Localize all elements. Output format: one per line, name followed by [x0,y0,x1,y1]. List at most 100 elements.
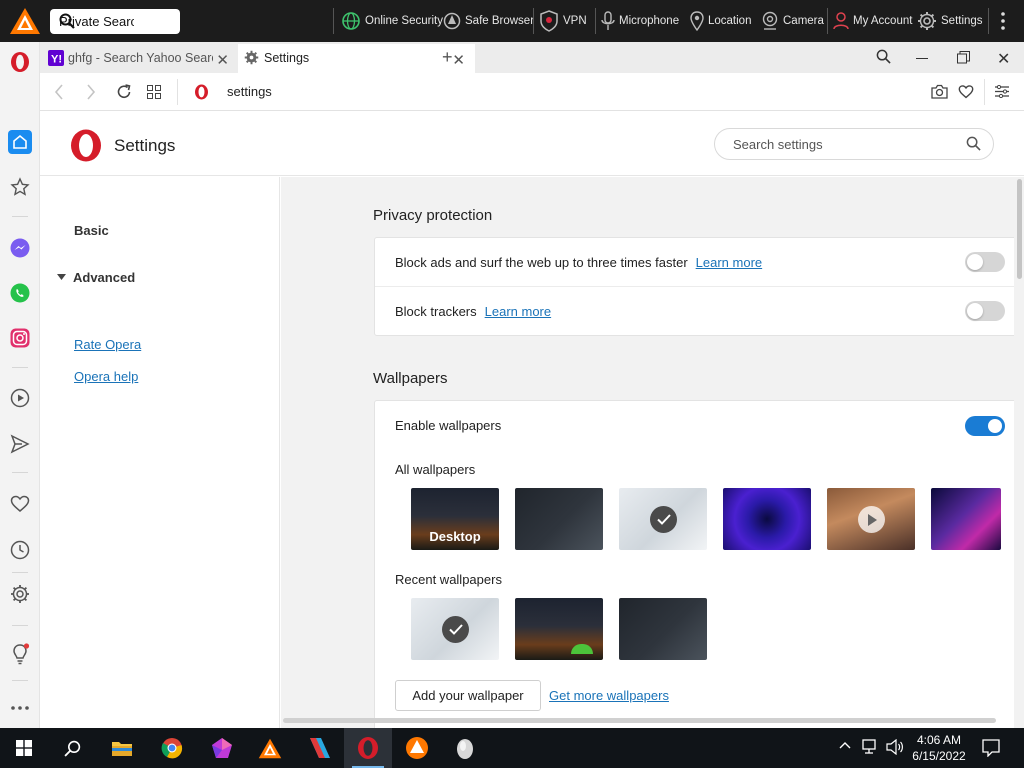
close-tab-icon[interactable]: ✕ [216,51,229,69]
whatsapp-icon[interactable] [8,281,32,305]
app-gem-icon[interactable] [198,728,246,768]
windows-start-icon[interactable] [0,728,48,768]
search-icon[interactable] [59,13,134,29]
safe-browser-button[interactable]: Safe Browser [443,10,534,32]
file-explorer-icon[interactable] [98,728,146,768]
taskbar-search-icon[interactable] [48,728,96,768]
avast-taskbar-icon[interactable] [246,728,294,768]
avast-settings-button[interactable]: Settings [917,10,983,32]
toolbar-divider [533,8,534,34]
bookmark-heart-icon[interactable] [958,84,974,99]
close-tab-icon[interactable]: ✕ [452,51,465,69]
microphone-button[interactable]: Microphone [601,10,679,32]
search-icon[interactable] [966,136,981,151]
minimize-icon[interactable] [916,58,928,59]
wallpaper-thumbnail[interactable] [931,488,1001,550]
show-hidden-icons-icon[interactable] [839,741,851,749]
vertical-scrollbar-track[interactable] [1014,177,1024,728]
svg-text:Y!: Y! [51,54,62,66]
safe-browser-label: Safe Browser [465,15,535,27]
volume-icon[interactable] [886,739,904,755]
settings-search-input[interactable]: Search settings [733,137,823,152]
private-search-box[interactable]: Private Searc [50,9,180,34]
opera-menu-icon[interactable] [8,50,32,74]
forward-arrow-icon[interactable] [86,84,96,100]
block-trackers-label: Block trackers [395,304,477,319]
opera-sidebar [0,42,40,728]
sidebar-more-icon[interactable] [8,696,32,720]
camera-button[interactable]: Camera [761,10,824,32]
my-account-button[interactable]: My Account [833,10,912,32]
sidebar-divider [12,625,28,626]
avast-logo-icon[interactable] [9,7,41,35]
send-icon[interactable] [8,432,32,456]
opera-taskbar-icon[interactable] [344,728,392,768]
nav-advanced[interactable]: Advanced [73,270,135,285]
network-icon[interactable] [862,739,880,755]
messenger-icon[interactable] [8,236,32,260]
speed-dial-grid-icon[interactable] [147,85,161,99]
wallpaper-thumbnail[interactable] [515,598,603,660]
learn-more-link[interactable]: Learn more [696,255,762,270]
privacy-section-heading: Privacy protection [373,207,493,224]
rate-opera-link[interactable]: Rate Opera [74,337,141,352]
wallpaper-thumbnail[interactable] [411,598,499,660]
tab-search-icon[interactable] [876,49,891,64]
tab-settings[interactable]: Settings ✕ [238,44,475,73]
home-icon[interactable] [8,130,32,154]
heart-icon[interactable] [8,492,32,516]
my-account-label: My Account [853,15,913,27]
chrome-icon[interactable] [148,728,196,768]
reload-icon[interactable] [116,84,132,100]
settings-header: Settings Search settings [40,112,1024,176]
gear-icon[interactable] [8,582,32,606]
settings-search-box[interactable]: Search settings [714,128,994,160]
location-button[interactable]: Location [690,10,751,32]
player-icon[interactable] [8,386,32,410]
vertical-scrollbar-thumb[interactable] [1017,179,1022,279]
vpn-button[interactable]: VPN [539,10,587,32]
back-arrow-icon[interactable] [54,84,64,100]
enable-wallpapers-toggle[interactable] [965,416,1005,436]
horizontal-scrollbar[interactable] [283,718,996,723]
app-vs-icon[interactable] [296,728,344,768]
clock-time: 4:06 AM [916,733,962,747]
bookmark-star-icon[interactable] [8,175,32,199]
sidebar-divider [12,367,28,368]
learn-more-link[interactable]: Learn more [485,304,551,319]
history-clock-icon[interactable] [8,538,32,562]
restore-window-icon[interactable] [957,51,970,64]
new-tab-plus-icon[interactable]: + [442,47,453,68]
wallpaper-thumbnail[interactable] [515,488,603,550]
tab-yahoo-search[interactable]: Y! ghfg - Search Yahoo Search ✕ [44,44,237,73]
avast-secure-browser-icon[interactable] [393,728,441,768]
selected-checkmark-icon [442,616,469,643]
caret-down-icon[interactable] [57,274,66,280]
snapshot-camera-icon[interactable] [931,84,948,99]
camera-label: Camera [783,15,824,27]
wallpaper-thumbnail[interactable] [619,598,707,660]
wallpapers-card: Enable wallpapers All wallpapers Desktop… [374,400,1024,728]
instagram-icon[interactable] [8,326,32,350]
close-window-icon[interactable]: ✕ [997,49,1010,69]
block-ads-toggle[interactable] [965,252,1005,272]
wallpaper-thumbnail[interactable]: Desktop [411,488,499,550]
wallpaper-thumbnail[interactable] [723,488,811,550]
add-wallpaper-button[interactable]: Add your wallpaper [395,680,541,711]
opera-help-link[interactable]: Opera help [74,369,138,384]
get-more-wallpapers-link[interactable]: Get more wallpapers [549,688,669,703]
wallpaper-thumbnail[interactable] [827,488,915,550]
notification-center-icon[interactable] [982,739,1000,757]
more-menu-icon[interactable] [996,11,1010,31]
lightbulb-icon[interactable] [8,642,32,666]
wallpaper-thumbnail[interactable] [619,488,707,550]
system-clock[interactable]: 4:06 AM 6/15/2022 [910,732,968,764]
online-security-button[interactable]: Online Security [341,10,443,32]
tab-title: Settings [264,51,310,65]
url-field[interactable]: settings [227,84,272,99]
easy-setup-icon[interactable] [995,85,1009,98]
app-egg-icon[interactable] [441,728,489,768]
block-trackers-toggle[interactable] [965,301,1005,321]
desktop-wallpaper-label: Desktop [429,529,481,544]
nav-basic[interactable]: Basic [74,223,109,238]
